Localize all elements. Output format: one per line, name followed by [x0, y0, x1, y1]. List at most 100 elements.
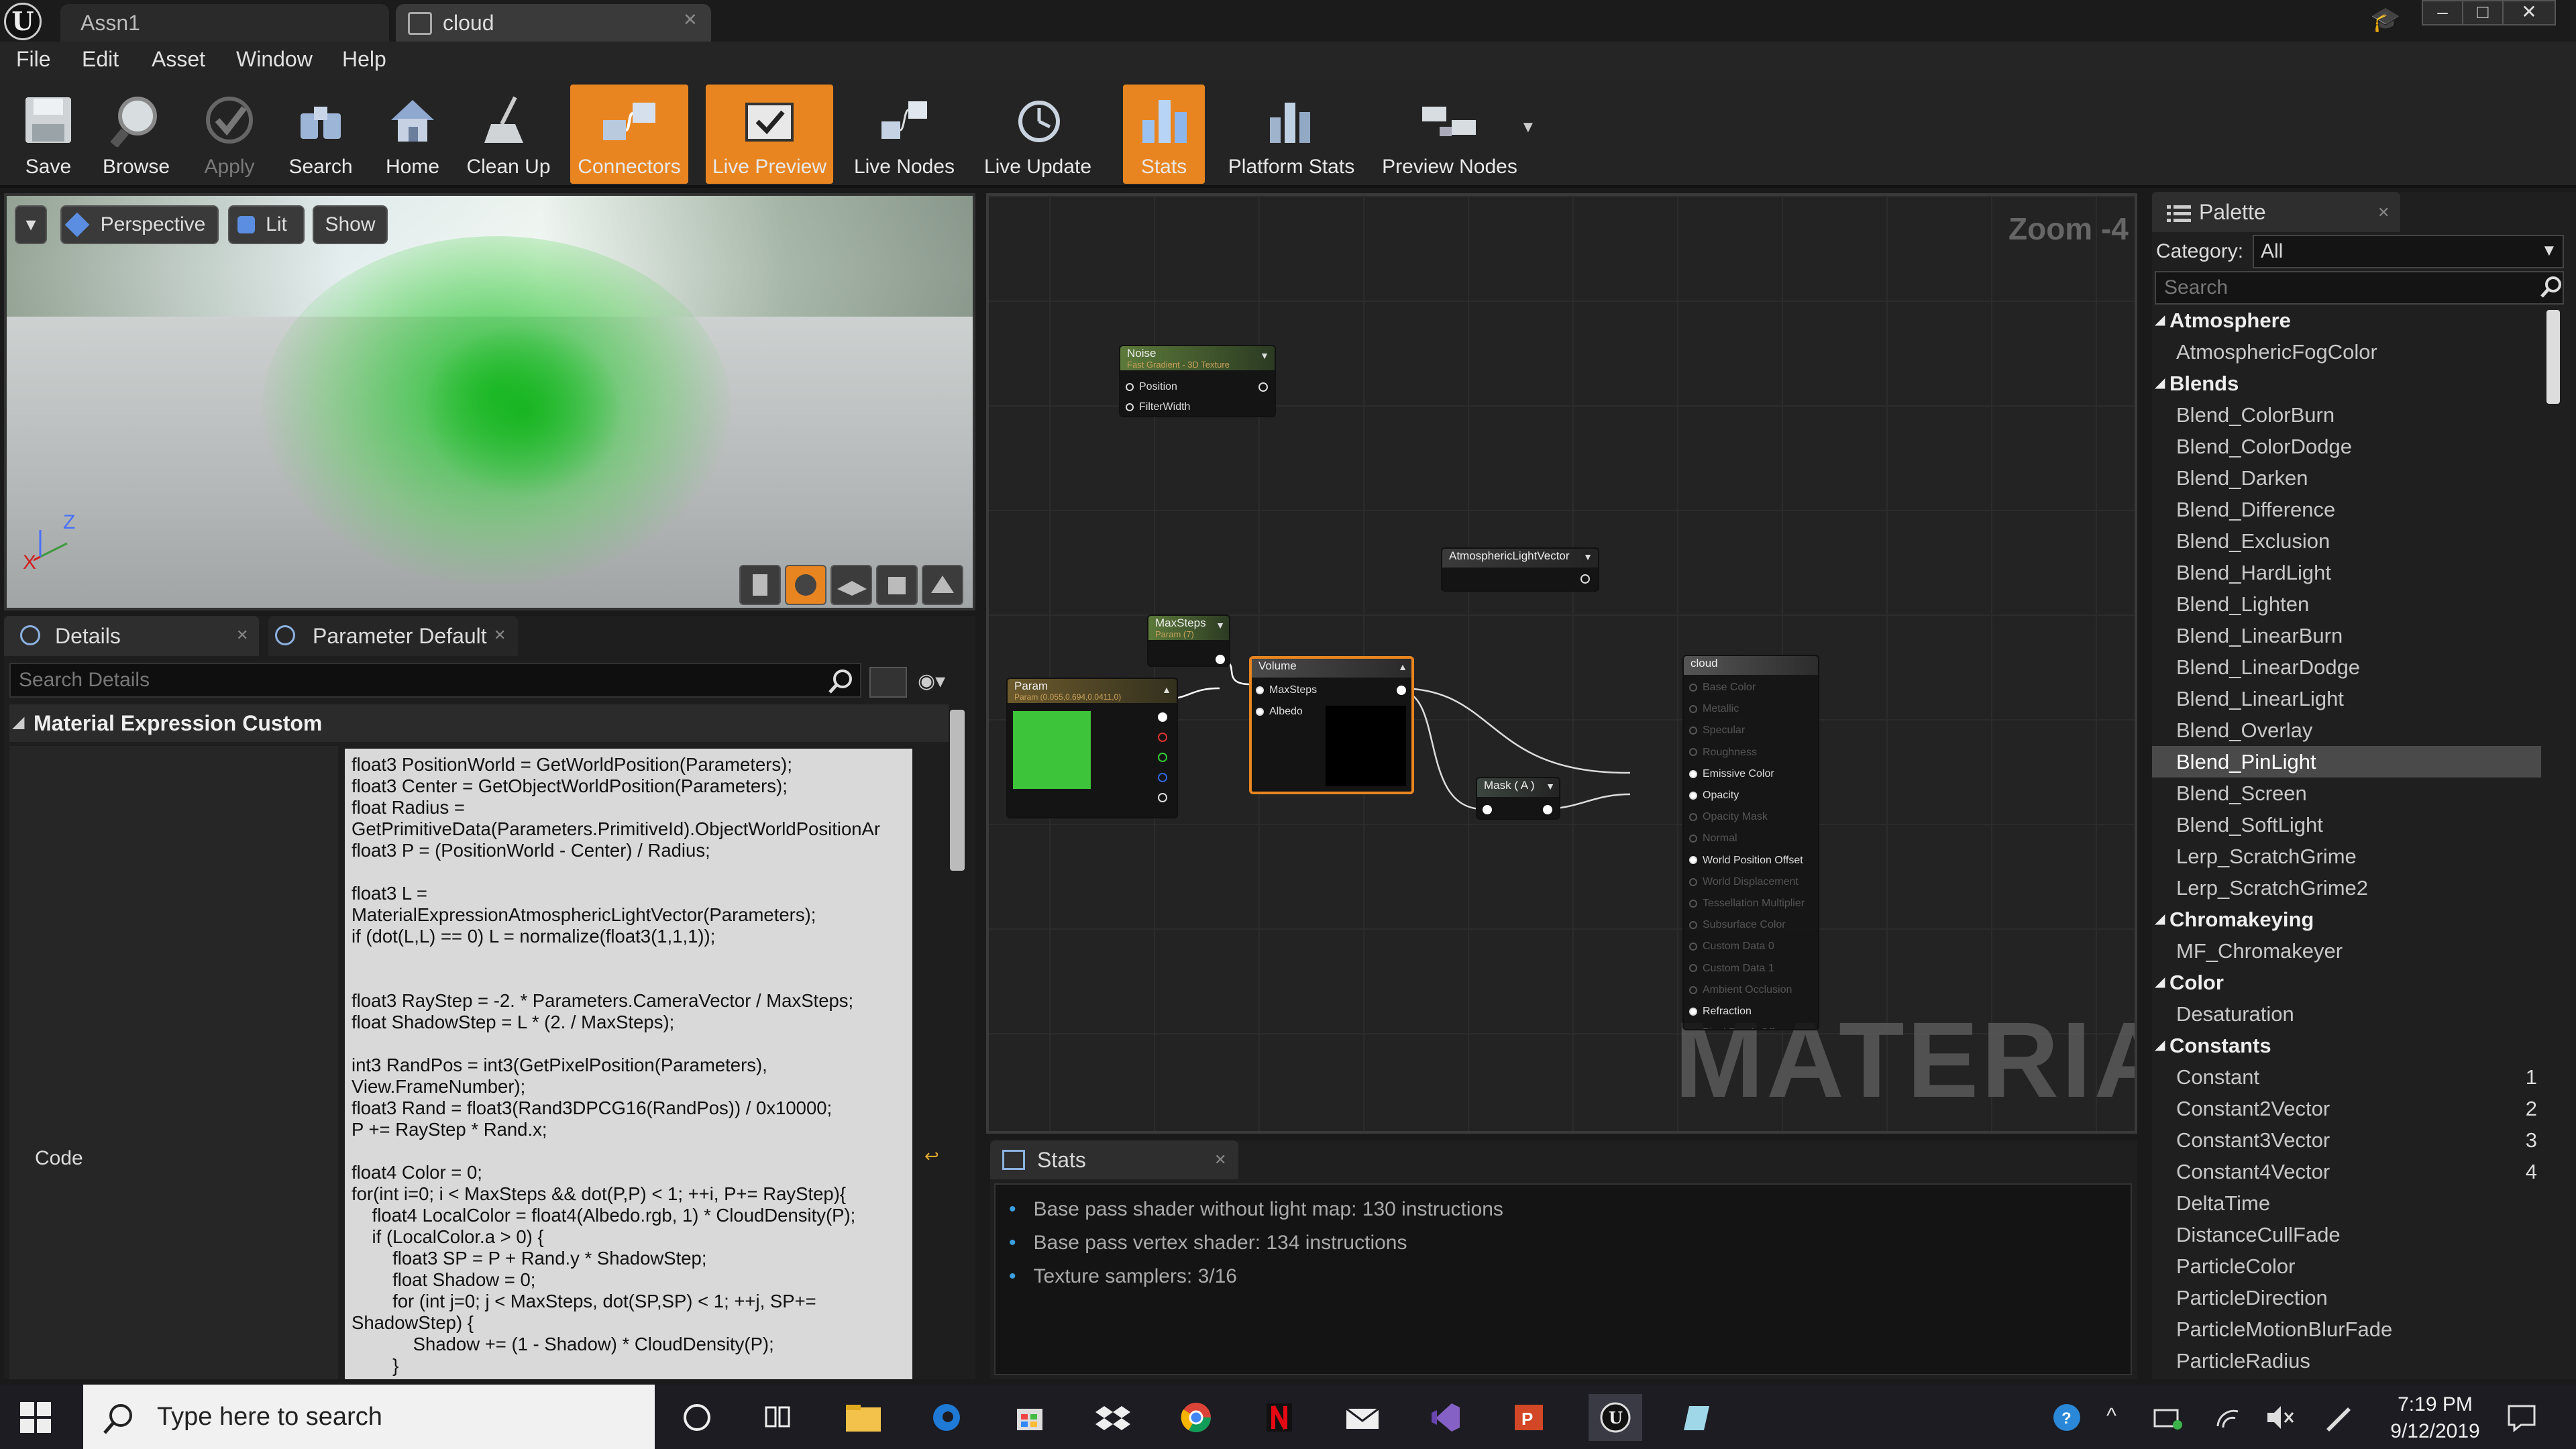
- mail-icon[interactable]: [1339, 1394, 1386, 1441]
- palette-item[interactable]: Lerp_ScratchGrime2: [2152, 872, 2541, 904]
- device-status-icon[interactable]: [2144, 1394, 2191, 1441]
- palette-category[interactable]: ◢ Chromakeying: [2152, 904, 2541, 935]
- preview-mesh-button[interactable]: [922, 565, 963, 605]
- collapse-arrow-icon[interactable]: ◢: [2155, 1030, 2165, 1061]
- cloud-input-pin[interactable]: Metallic: [1689, 703, 1739, 715]
- cortana-icon[interactable]: [674, 1394, 720, 1441]
- visibility-eye-icon[interactable]: ◉▾: [918, 669, 945, 693]
- cloud-material-result-node[interactable]: cloud Base Color Metallic Specular Roughnes…: [1682, 655, 1819, 1030]
- taskbar-search-input[interactable]: Type here to search: [83, 1385, 655, 1449]
- param-output-b[interactable]: [1158, 773, 1167, 782]
- live-update-button[interactable]: Live Update: [975, 85, 1100, 184]
- volume-pin-maxsteps[interactable]: MaxSteps: [1256, 684, 1317, 696]
- palette-item[interactable]: Blend_Screen: [2152, 777, 2541, 809]
- palette-item[interactable]: AtmosphericFogColor: [2152, 336, 2541, 368]
- edge-browser-icon[interactable]: [923, 1394, 970, 1441]
- menu-window[interactable]: Window: [236, 47, 313, 72]
- palette-item[interactable]: Blend_Darken: [2152, 462, 2541, 494]
- palette-item[interactable]: ParticleMotionBlurFade: [2152, 1313, 2541, 1345]
- details-tab-close-icon[interactable]: ✕: [236, 627, 248, 644]
- palette-item[interactable]: Constant4Vector 4: [2152, 1156, 2541, 1187]
- notes-app-icon[interactable]: [1673, 1394, 1720, 1441]
- palette-item[interactable]: ParticleDirection: [2152, 1282, 2541, 1313]
- collapse-arrow-icon[interactable]: ◢: [2155, 904, 2165, 935]
- material-graph-canvas[interactable]: Zoom -4 MATERIAL Noise Fast Gradient - 3…: [986, 193, 2137, 1134]
- tab-parameter-default[interactable]: Parameter Default: [268, 616, 518, 656]
- notifications-icon[interactable]: [2498, 1394, 2545, 1441]
- menu-edit[interactable]: Edit: [82, 47, 119, 72]
- collapse-arrow-icon[interactable]: ◢: [2155, 967, 2165, 998]
- param-color-swatch[interactable]: [1013, 711, 1091, 789]
- palette-tab-close-icon[interactable]: ✕: [2377, 204, 2390, 221]
- cloud-input-pin[interactable]: Tessellation Multiplier: [1689, 898, 1805, 910]
- material-expression-custom-section[interactable]: Material Expression Custom: [9, 704, 949, 742]
- palette-category[interactable]: ◢ Blends: [2152, 368, 2541, 399]
- unreal-logo-icon[interactable]: U: [4, 3, 42, 40]
- palette-item[interactable]: Blend_Difference: [2152, 494, 2541, 525]
- live-preview-button[interactable]: Live Preview: [706, 85, 833, 184]
- preview-nodes-button[interactable]: Preview Nodes: [1375, 85, 1524, 184]
- palette-item[interactable]: Blend_LinearBurn: [2152, 620, 2541, 651]
- node-collapse-icon[interactable]: ▲: [1398, 661, 1407, 672]
- volume-custom-node[interactable]: Volume ▲ MaxSteps Albedo: [1249, 656, 1414, 794]
- palette-item[interactable]: Lerp_ScratchGrime: [2152, 841, 2541, 872]
- windows-start-icon[interactable]: [20, 1402, 51, 1436]
- store-icon[interactable]: [1006, 1394, 1053, 1441]
- mask-a-node[interactable]: Mask ( A ) ▼: [1476, 777, 1560, 820]
- browse-button[interactable]: Browse: [94, 85, 178, 184]
- cloud-input-pin[interactable]: Custom Data 1: [1689, 963, 1774, 975]
- stats-button[interactable]: Stats: [1123, 85, 1205, 184]
- palette-item[interactable]: Blend_Exclusion: [2152, 525, 2541, 557]
- node-collapse-icon[interactable]: ▼: [1583, 551, 1593, 562]
- node-collapse-icon[interactable]: ▲: [1162, 684, 1171, 695]
- wifi-icon[interactable]: [2204, 1394, 2251, 1441]
- unreal-engine-taskbar-icon[interactable]: U: [1589, 1394, 1642, 1441]
- palette-item[interactable]: ParticleColor: [2152, 1250, 2541, 1282]
- palette-item[interactable]: Blend_SoftLight: [2152, 809, 2541, 841]
- preview-sphere-button[interactable]: [785, 565, 826, 605]
- cloud-input-pin[interactable]: Specular: [1689, 724, 1745, 737]
- dropbox-icon[interactable]: [1089, 1394, 1136, 1441]
- material-preview-viewport[interactable]: ▾ Perspective Lit Show X Z: [4, 193, 975, 610]
- palette-item[interactable]: Blend_HardLight: [2152, 557, 2541, 588]
- property-matrix-icon[interactable]: [869, 667, 907, 698]
- powerpoint-icon[interactable]: P: [1505, 1394, 1552, 1441]
- cloud-input-pin[interactable]: Pixel Depth Offset: [1689, 1027, 1789, 1029]
- tab-close-icon[interactable]: ✕: [683, 9, 698, 30]
- platform-stats-button[interactable]: Platform Stats: [1217, 85, 1366, 184]
- palette-item[interactable]: Blend_LinearLight: [2152, 683, 2541, 714]
- cloud-input-pin[interactable]: Refraction: [1689, 1006, 1752, 1018]
- volume-muted-icon[interactable]: [2257, 1394, 2304, 1441]
- details-scrollbar[interactable]: [950, 710, 965, 871]
- node-collapse-icon[interactable]: ▼: [1260, 350, 1269, 361]
- palette-item[interactable]: Constant2Vector 2: [2152, 1093, 2541, 1124]
- param-output-rgba[interactable]: [1158, 712, 1167, 722]
- cloud-input-pin[interactable]: Base Color: [1689, 682, 1756, 694]
- palette-item[interactable]: Blend_LinearDodge: [2152, 651, 2541, 683]
- tab-assn1[interactable]: Assn1: [60, 4, 389, 42]
- connectors-button[interactable]: Connectors: [570, 85, 688, 184]
- show-button[interactable]: Show: [313, 205, 388, 244]
- cloud-input-pin[interactable]: Opacity Mask: [1689, 811, 1768, 823]
- cloud-input-pin[interactable]: Subsurface Color: [1689, 919, 1786, 931]
- reset-to-default-icon[interactable]: ↩: [924, 1146, 939, 1167]
- maxsteps-param-node[interactable]: MaxSteps Param (7) ▼: [1147, 614, 1230, 667]
- noise-node[interactable]: Noise Fast Gradient - 3D Texture ▼ Posit…: [1119, 345, 1276, 417]
- minimize-button[interactable]: –: [2422, 0, 2463, 25]
- palette-item[interactable]: DistanceCullFade: [2152, 1219, 2541, 1250]
- palette-item[interactable]: Blend_Overlay: [2152, 714, 2541, 746]
- node-collapse-icon[interactable]: ▼: [1216, 620, 1225, 631]
- maximize-button[interactable]: □: [2462, 0, 2504, 25]
- chevron-up-icon[interactable]: ^: [2106, 1403, 2116, 1428]
- param-output-a[interactable]: [1158, 793, 1167, 802]
- cloud-input-pin[interactable]: Emissive Color: [1689, 768, 1774, 780]
- close-button[interactable]: ✕: [2502, 0, 2556, 25]
- menu-asset[interactable]: Asset: [152, 47, 205, 72]
- noise-pin-position[interactable]: Position: [1126, 381, 1177, 393]
- chrome-icon[interactable]: [1173, 1394, 1220, 1441]
- learn-hat-icon[interactable]: 🎓: [2367, 5, 2404, 35]
- palette-scrollbar[interactable]: [2546, 310, 2560, 404]
- tab-cloud[interactable]: cloud: [396, 4, 711, 42]
- menu-file[interactable]: File: [16, 47, 51, 72]
- noise-output-pin[interactable]: [1258, 382, 1268, 392]
